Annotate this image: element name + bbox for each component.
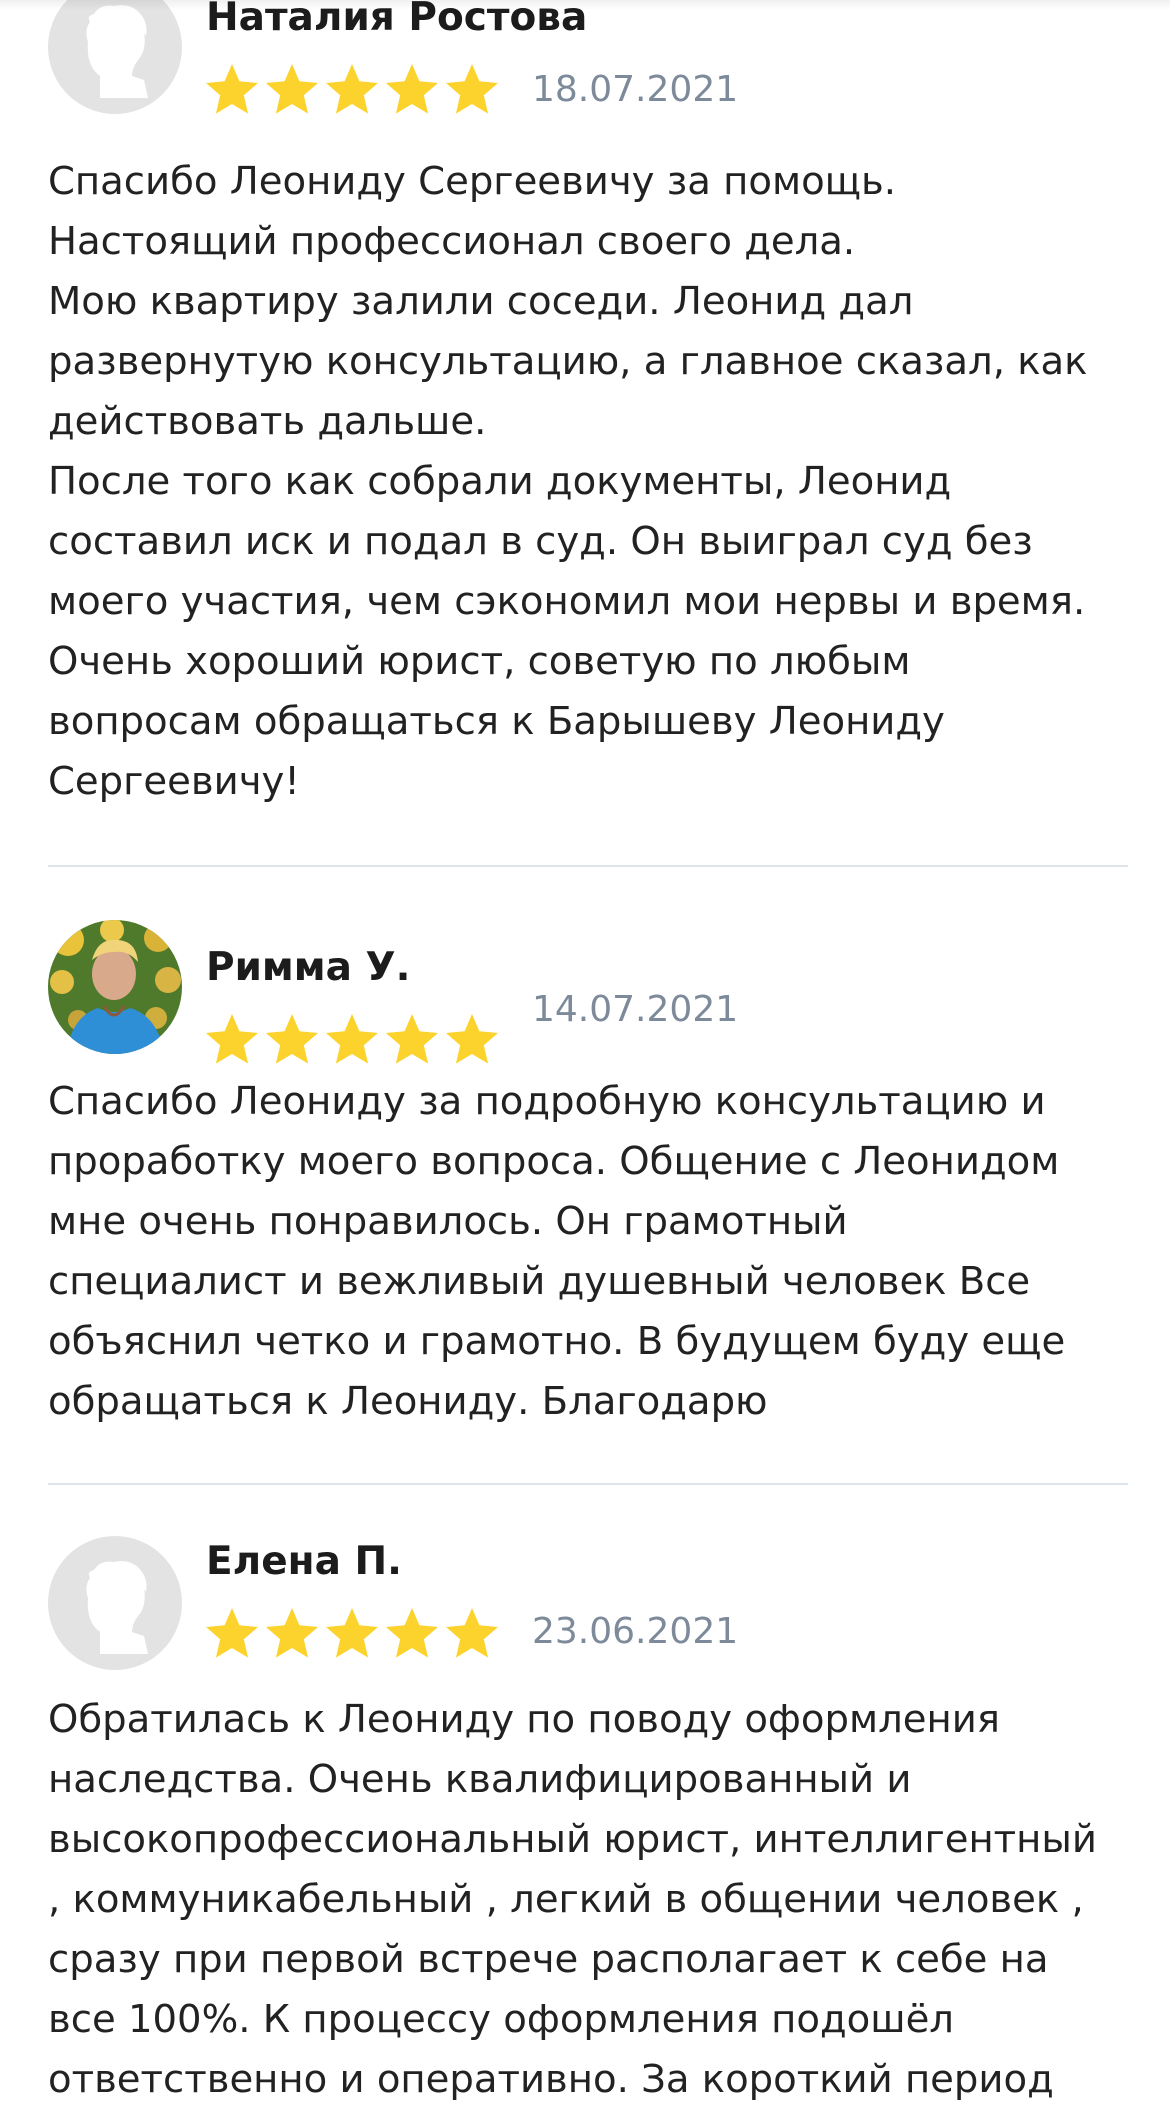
review-text-line: Сергеевичу! [48,759,300,804]
review-divider [48,1483,1128,1485]
default-person-icon [48,0,182,114]
star-rating [204,1606,504,1662]
review-text-line: Спасибо Леониду Сергеевичу за помощь. [48,159,897,204]
star-icon [446,1014,498,1064]
review-text-line: Настоящий профессионал своего дела. [48,219,856,264]
review-text-line: моего участия, чем сэкономил мои нервы и… [48,579,1086,624]
review-date: 23.06.2021 [532,1611,739,1652]
star-icon [326,64,378,114]
review-text-line: мне очень понравилось. Он грамотный [48,1199,848,1244]
reviewer-name[interactable]: Римма У. [206,944,410,992]
review-text-line: специалист и вежливый душевный человек В… [48,1259,1031,1304]
star-icon [446,64,498,114]
review-date: 18.07.2021 [532,69,739,110]
review-text-line: обращаться к Леониду. Благодарю [48,1379,768,1424]
review-text-line: составил иск и подал в суд. Он выиграл с… [48,519,1033,564]
review-text-line: проработку моего вопроса. Общение с Леон… [48,1139,1060,1184]
user-photo [48,920,182,1054]
review-text-line: сразу при первой встрече располагает к с… [48,1937,1049,1982]
star-rating [204,1012,504,1068]
review-text: Обратилась к Леониду по поводу оформлени… [48,1690,1138,2110]
star-icon [206,1014,258,1064]
review-text-line: наследства. Очень квалифицированный и [48,1757,912,1802]
star-icon [266,1608,318,1658]
star-icon [326,1014,378,1064]
review-text: Спасибо Леониду за подробную консультаци… [48,1072,1138,1432]
star-icon [446,1608,498,1658]
review-text-line: вопросам обращаться к Барышеву Леониду [48,699,945,744]
avatar[interactable] [48,0,182,114]
avatar[interactable] [48,1536,182,1670]
review-text-line: После того как собрали документы, Леонид [48,459,952,504]
star-icon [386,1608,438,1658]
review-text: Спасибо Леониду Сергеевичу за помощь. На… [48,152,1138,812]
star-icon [206,1608,258,1658]
review-text-line: объяснил четко и грамотно. В будущем буд… [48,1319,1066,1364]
star-icon [386,1014,438,1064]
review-text-line: ответственно и оперативно. За короткий п… [48,2057,1054,2102]
star-icon [266,64,318,114]
review-text-line: высокопрофессиональный юрист, интеллиген… [48,1817,1097,1862]
review-date: 14.07.2021 [532,989,739,1030]
star-rating [204,62,504,118]
review-text-line: Обратилась к Леониду по поводу оформлени… [48,1697,1001,1742]
review-divider [48,865,1128,867]
star-icon [206,64,258,114]
default-person-icon [48,1536,182,1670]
review-text-line: все 100%. К процессу оформления подошёл [48,1997,954,2042]
review-text-line: Очень хороший юрист, советую по любым [48,639,911,684]
review-text-line: Мою квартиру залили соседи. Леонид дал [48,279,914,324]
star-icon [386,64,438,114]
star-icon [266,1014,318,1064]
review-text-line: , коммуникабельный , легкий в общении че… [48,1877,1084,1922]
reviewer-name[interactable]: Елена П. [206,1538,402,1586]
top-shadow [0,0,1170,10]
review-text-line: развернутую консультацию, а главное сказ… [48,339,1088,384]
review-text-line: Спасибо Леониду за подробную консультаци… [48,1079,1046,1124]
avatar[interactable] [48,920,182,1054]
review-text-line: действовать дальше. [48,399,487,444]
star-icon [326,1608,378,1658]
